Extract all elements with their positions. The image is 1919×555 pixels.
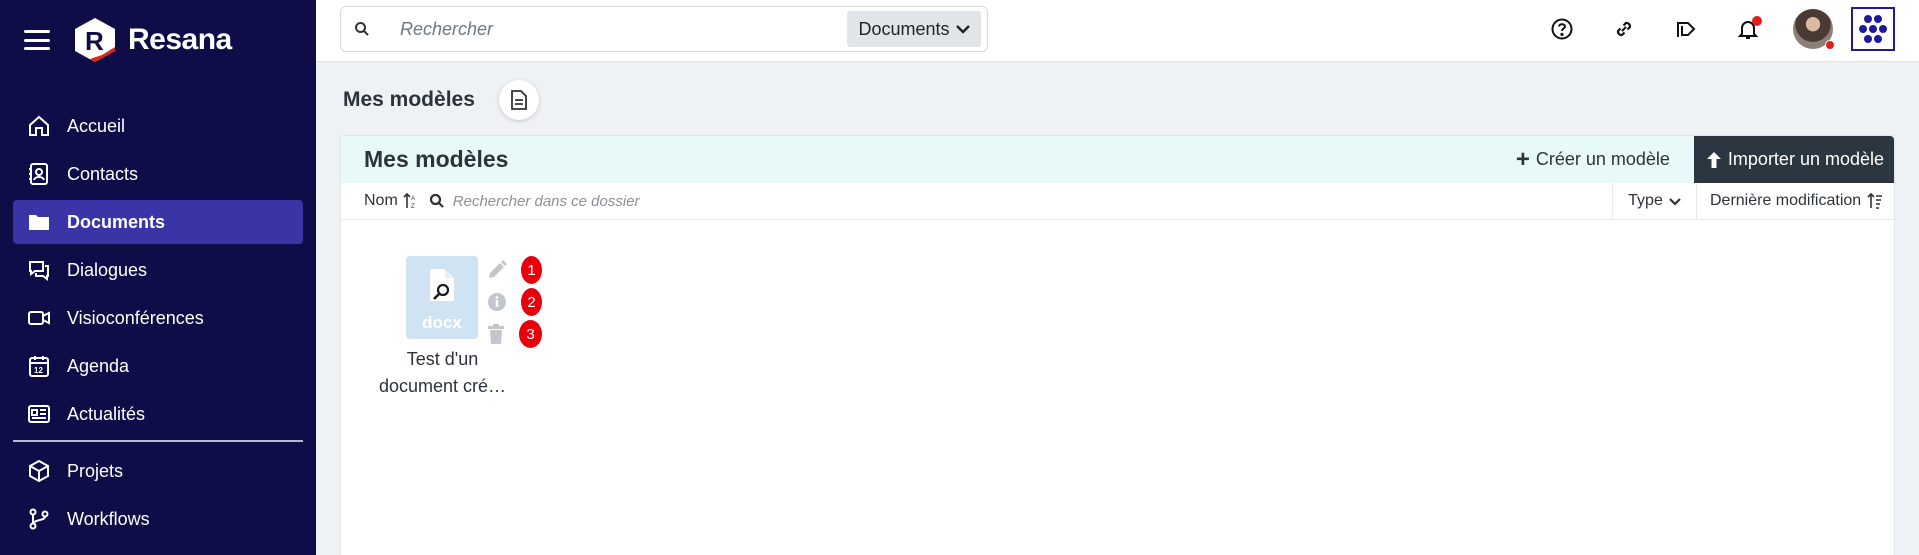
svg-text:A: A (411, 196, 415, 202)
column-modified-label: Dernière modification (1710, 192, 1862, 209)
sort-icon: AZ (403, 193, 415, 209)
help-icon[interactable] (1547, 14, 1577, 44)
create-template-button[interactable]: + Créer un modèle (1515, 145, 1670, 173)
chat-icon (25, 256, 53, 284)
sidebar-header: R Resana (0, 0, 316, 80)
panel-title: Mes modèles (364, 146, 509, 172)
column-header-row: Nom AZ Rechercher dans ce dossier Type D… (341, 182, 1894, 220)
sidebar-item-visioconferences[interactable]: Visioconférences (13, 296, 303, 340)
sidebar-item-documents[interactable]: Documents (13, 200, 303, 244)
sidebar-divider (13, 440, 303, 442)
sort-descending-icon (1867, 193, 1883, 209)
sidebar-item-accueil[interactable]: Accueil (13, 104, 303, 148)
folder-search-input[interactable]: Rechercher dans ce dossier (453, 193, 640, 210)
page-header: Mes modèles (343, 80, 539, 120)
file-search-icon (430, 269, 454, 301)
sidebar: R Resana Accueil Contacts Documents Dial… (0, 0, 316, 555)
file-name[interactable]: Test d'un document cré… (365, 346, 520, 400)
callout-badge-2: 2 (520, 287, 543, 317)
sidebar-item-label: Visioconférences (67, 307, 204, 328)
sidebar-item-agenda[interactable]: 12 Agenda (13, 344, 303, 388)
file-extension: docx (422, 313, 462, 332)
top-bar: Rechercher Documents (316, 0, 1919, 62)
file-name-line-2: document cré… (378, 376, 507, 396)
calendar-icon: 12 (25, 352, 53, 380)
user-avatar[interactable] (1793, 9, 1835, 50)
search-input[interactable]: Rechercher (400, 19, 847, 40)
file-name-line-1: Test d'un (406, 349, 479, 369)
sidebar-nav: Accueil Contacts Documents Dialogues Vis… (0, 104, 316, 545)
home-icon (25, 112, 53, 140)
sidebar-item-label: Workflows (67, 508, 150, 529)
sidebar-item-label: Accueil (67, 115, 126, 136)
create-template-label: Créer un modèle (1535, 149, 1670, 169)
contacts-icon (25, 160, 53, 188)
svg-text:R: R (85, 26, 104, 56)
templates-panel: Mes modèles + Créer un modèle Importer u… (340, 135, 1895, 555)
search-scope-label: Documents (858, 18, 950, 39)
workflow-icon (25, 505, 53, 533)
search-icon (354, 21, 370, 37)
upload-arrow-icon (1706, 151, 1721, 168)
callout-badge-1: 1 (520, 255, 543, 285)
folder-search[interactable]: Rechercher dans ce dossier (429, 193, 1612, 210)
delete-action[interactable]: 3 (487, 319, 543, 349)
import-template-button[interactable]: Importer un modèle (1693, 136, 1894, 183)
trash-icon (487, 323, 505, 345)
announcement-icon[interactable] (1671, 14, 1701, 44)
sidebar-item-label: Projets (67, 460, 124, 481)
svg-text:Z: Z (411, 204, 415, 209)
presence-badge (1825, 40, 1835, 50)
info-action[interactable]: 2 (487, 287, 543, 317)
document-icon (510, 90, 527, 110)
chevron-down-icon (1669, 197, 1681, 206)
cube-icon (25, 457, 53, 485)
sidebar-item-actualites[interactable]: Actualités (13, 392, 303, 436)
column-type-label: Type (1628, 192, 1663, 209)
pencil-icon (487, 259, 507, 281)
notifications-icon[interactable] (1733, 14, 1763, 44)
sidebar-item-workflows[interactable]: Workflows (13, 497, 303, 541)
panel-header: Mes modèles + Créer un modèle Importer u… (341, 136, 1894, 183)
menu-icon[interactable] (24, 30, 50, 50)
column-name-label: Nom (364, 192, 398, 209)
svg-text:12: 12 (34, 366, 43, 375)
search-scope-dropdown[interactable]: Documents (847, 11, 981, 47)
sidebar-item-label: Agenda (67, 355, 130, 376)
organization-icon[interactable] (1851, 7, 1895, 51)
sort-by-modified[interactable]: Dernière modification (1696, 182, 1894, 220)
notification-badge (1752, 16, 1762, 26)
page-title: Mes modèles (343, 88, 475, 111)
sort-by-name[interactable]: Nom AZ (364, 192, 417, 210)
filter-by-type[interactable]: Type (1612, 182, 1696, 220)
top-icons (1515, 0, 1895, 58)
app-logo[interactable]: R Resana (72, 17, 232, 63)
sidebar-item-contacts[interactable]: Contacts (13, 152, 303, 196)
resana-logo-icon: R (72, 17, 118, 63)
folder-icon (25, 208, 53, 236)
sidebar-item-label: Documents (67, 211, 166, 232)
import-template-label: Importer un modèle (1727, 149, 1884, 169)
link-icon[interactable] (1609, 14, 1639, 44)
video-icon (25, 304, 53, 332)
sidebar-item-projets[interactable]: Projets (13, 449, 303, 493)
sidebar-item-label: Dialogues (67, 259, 148, 280)
edit-action[interactable]: 1 (487, 255, 543, 285)
search-icon (429, 193, 444, 208)
sidebar-item-label: Actualités (67, 403, 146, 424)
app-name: Resana (128, 23, 232, 56)
plus-icon: + (1515, 145, 1530, 173)
sidebar-item-label: Contacts (67, 163, 139, 184)
docx-thumbnail[interactable]: docx (406, 256, 478, 339)
info-icon (487, 291, 507, 313)
news-icon (25, 400, 53, 428)
document-info-button[interactable] (498, 80, 539, 120)
sidebar-item-dialogues[interactable]: Dialogues (13, 248, 303, 292)
global-search: Rechercher Documents (340, 6, 988, 52)
callout-badge-3: 3 (518, 319, 543, 349)
chevron-down-icon (955, 25, 970, 34)
